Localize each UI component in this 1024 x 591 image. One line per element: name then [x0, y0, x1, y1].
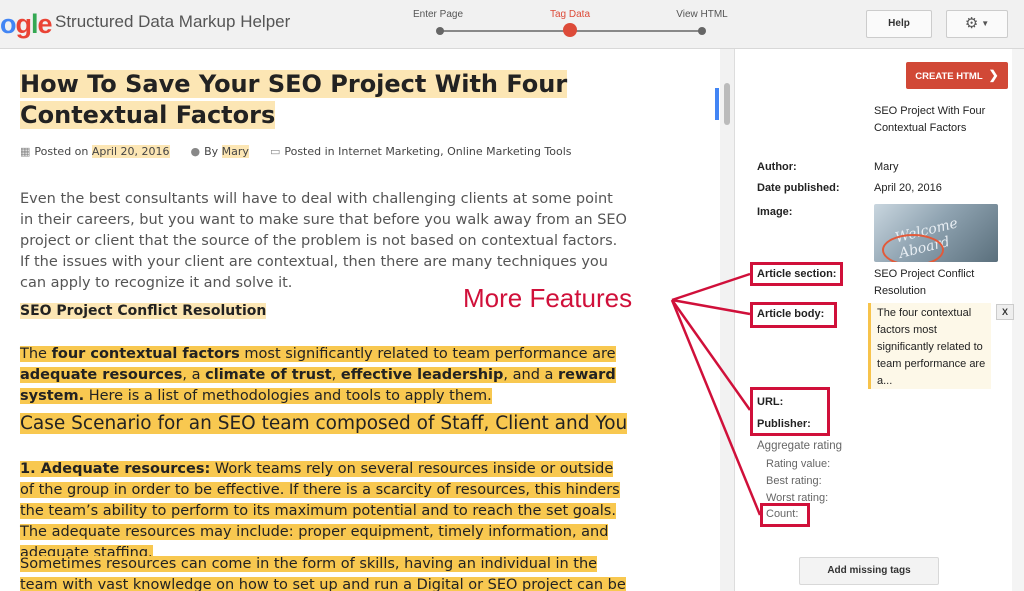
- section-heading[interactable]: SEO Project Conflict Resolution: [20, 303, 267, 319]
- date-value: April 20, 2016: [874, 182, 942, 194]
- date-label: Date published:: [757, 182, 840, 194]
- post-categories[interactable]: Internet Marketing, Online Marketing Too…: [338, 145, 571, 158]
- chevron-right-icon: ❯: [988, 68, 999, 82]
- posted-on-label: Posted on: [34, 145, 89, 158]
- scroll-thumb[interactable]: [724, 83, 730, 125]
- best-rating-label: Best rating:: [766, 475, 822, 487]
- posted-in-label: Posted in: [284, 145, 335, 158]
- calendar-icon: ▦: [20, 145, 31, 158]
- highlight-box-article-section: [750, 262, 843, 286]
- author-value: Mary: [874, 161, 899, 173]
- article-pane: How To Save Your SEO Project With Four C…: [0, 49, 718, 591]
- chevron-down-icon: ▼: [981, 19, 990, 28]
- intro-paragraph[interactable]: Even the best consultants will have to d…: [20, 189, 630, 294]
- create-html-button[interactable]: CREATE HTML ❯: [906, 62, 1008, 89]
- highlight-box-article-body: [750, 302, 837, 328]
- step-dot-tag-data[interactable]: [563, 23, 577, 37]
- highlight-box-count: [760, 503, 810, 527]
- article-meta: ▦ Posted on April 20, 2016 ● By Mary ▭ Post…: [20, 145, 572, 158]
- step-tag-data[interactable]: Tag Data: [550, 9, 590, 20]
- post-author[interactable]: Mary: [221, 145, 249, 158]
- google-logo: ogle: [0, 9, 53, 39]
- step-dot-enter-page[interactable]: [436, 27, 444, 35]
- scroll-position-marker: [715, 88, 719, 120]
- folder-icon: ▭: [269, 145, 281, 158]
- author-label: Author:: [757, 161, 797, 173]
- image-thumbnail[interactable]: Welcome Aboard: [874, 204, 998, 262]
- annotation-text: More Features: [463, 283, 633, 313]
- settings-button[interactable]: ⚙ ▼: [946, 10, 1008, 38]
- by-label: By: [204, 145, 219, 158]
- help-button[interactable]: Help: [866, 10, 932, 38]
- article-section-value: SEO Project Conflict Resolution: [874, 268, 975, 297]
- gear-icon: ⚙: [964, 15, 979, 32]
- body-paragraph-skills[interactable]: Sometimes resources can come in the form…: [20, 554, 630, 591]
- article-title[interactable]: How To Save Your SEO Project With Four C…: [20, 69, 580, 131]
- person-icon: ●: [190, 145, 201, 158]
- body-paragraph-factors[interactable]: The four contextual factors most signifi…: [20, 344, 630, 407]
- body-paragraph-resources[interactable]: 1. Adequate resources: Work teams rely o…: [20, 459, 630, 564]
- image-label: Image:: [757, 206, 793, 218]
- highlight-box-url-publisher: [750, 387, 830, 436]
- article-scrollbar[interactable]: [720, 49, 734, 591]
- post-date[interactable]: April 20, 2016: [91, 145, 170, 158]
- case-heading[interactable]: Case Scenario for an SEO team composed o…: [20, 413, 628, 434]
- step-enter-page[interactable]: Enter Page: [413, 9, 463, 20]
- aggregate-rating-label: Aggregate rating: [757, 440, 843, 452]
- article-body-value: The four contextual factors most signifi…: [877, 307, 986, 387]
- add-missing-tags-button[interactable]: Add missing tags: [799, 557, 939, 585]
- panel-scrollbar[interactable]: [1012, 49, 1024, 591]
- step-view-html[interactable]: View HTML: [676, 9, 728, 20]
- article-body-box[interactable]: The four contextual factors most signifi…: [868, 303, 991, 389]
- top-bar: ogle Structured Data Markup Helper Enter…: [0, 0, 1024, 49]
- remove-tag-button[interactable]: X: [996, 304, 1014, 320]
- title-value: SEO Project With Four Contextual Factors: [874, 105, 986, 134]
- rating-value-label: Rating value:: [766, 458, 831, 470]
- step-dot-view-html[interactable]: [698, 27, 706, 35]
- app-title: Structured Data Markup Helper: [55, 12, 291, 31]
